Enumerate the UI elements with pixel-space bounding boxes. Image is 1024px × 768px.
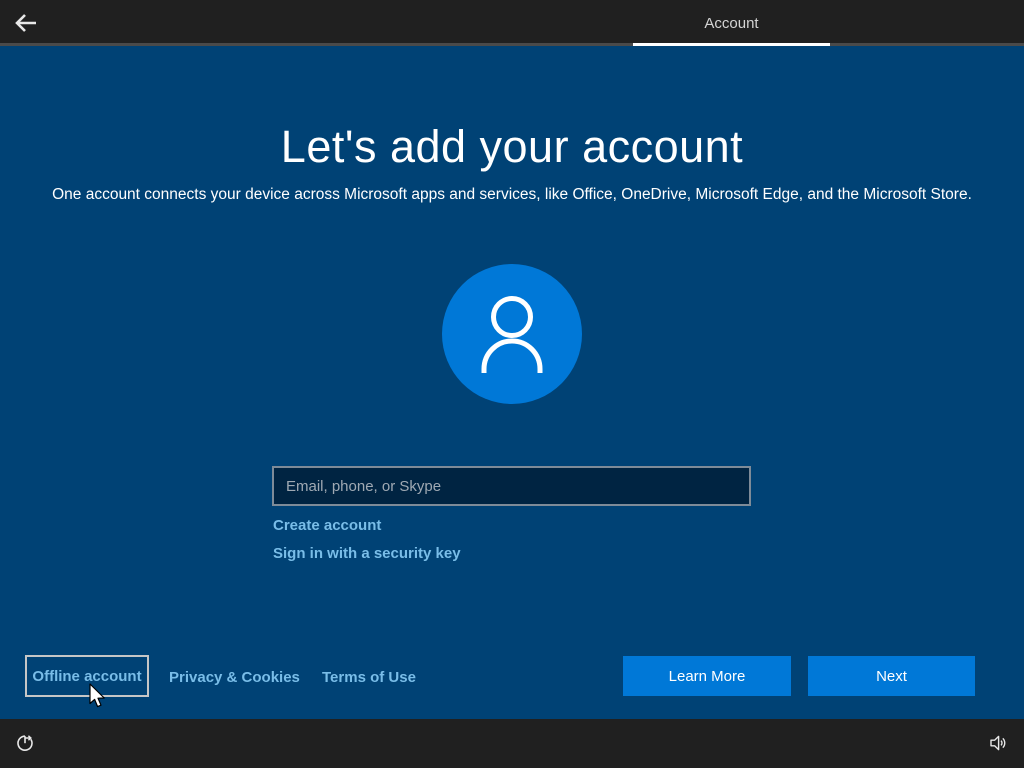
tab-account-underline bbox=[633, 43, 830, 46]
page-subtitle: One account connects your device across … bbox=[0, 186, 1024, 204]
learn-more-button[interactable]: Learn More bbox=[623, 656, 791, 696]
offline-account-button[interactable]: Offline account bbox=[25, 655, 149, 697]
ease-of-access-button[interactable] bbox=[13, 732, 37, 756]
top-bar: Account bbox=[0, 0, 1024, 46]
create-account-link[interactable]: Create account bbox=[273, 517, 381, 534]
back-button[interactable] bbox=[10, 9, 42, 39]
tab-account[interactable]: Account bbox=[633, 0, 830, 46]
privacy-cookies-link[interactable]: Privacy & Cookies bbox=[169, 669, 300, 686]
email-input[interactable] bbox=[272, 466, 751, 506]
next-button[interactable]: Next bbox=[808, 656, 975, 696]
oobe-account-screen: Account Let's add your account One accou… bbox=[0, 0, 1024, 768]
page-title: Let's add your account bbox=[0, 121, 1024, 173]
user-avatar bbox=[442, 264, 582, 404]
terms-of-use-link[interactable]: Terms of Use bbox=[322, 669, 416, 686]
bottom-bar bbox=[0, 719, 1024, 768]
back-arrow-icon bbox=[13, 12, 39, 37]
ease-of-access-icon bbox=[15, 733, 35, 756]
volume-button[interactable] bbox=[986, 732, 1010, 756]
security-key-link[interactable]: Sign in with a security key bbox=[273, 545, 461, 562]
top-bar-separator bbox=[0, 43, 1024, 46]
volume-icon bbox=[988, 734, 1008, 755]
tab-account-label: Account bbox=[704, 15, 758, 32]
user-avatar-icon bbox=[442, 391, 582, 408]
